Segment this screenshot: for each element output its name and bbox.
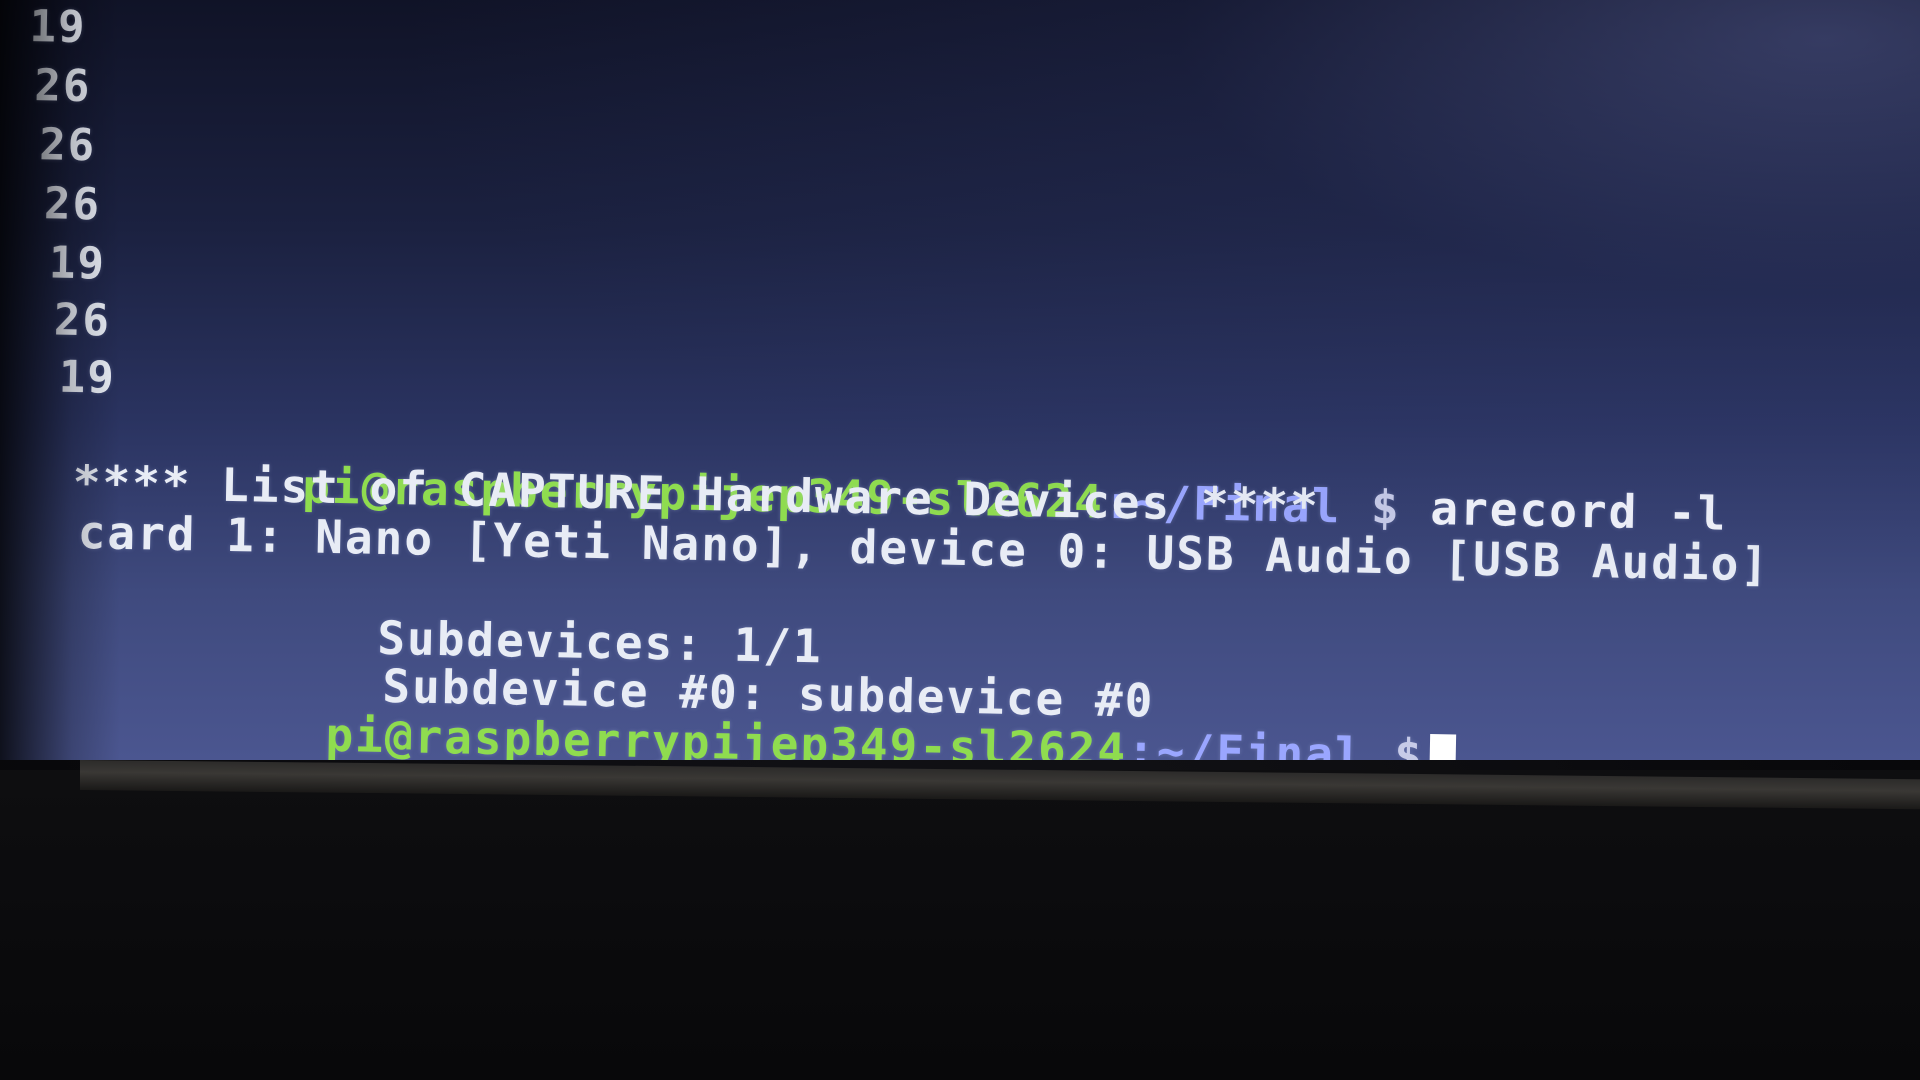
prompt-path: :~/Final [1126,723,1366,760]
output-number: 19 [29,0,87,54]
output-number: 26 [33,60,92,113]
output-number: 26 [38,119,97,172]
prompt-symbol: $ [1370,479,1402,535]
output-number: 26 [43,178,102,231]
output-number: 26 [53,294,112,347]
terminal-window[interactable]: 19 26 26 26 19 26 19 pi@raspberrypijep34… [15,0,1889,760]
output-number: 19 [58,351,117,404]
photo-of-monitor: 19 26 26 26 19 26 19 pi@raspberrypijep34… [0,0,1920,1080]
terminal-screen: 19 26 26 26 19 26 19 pi@raspberrypijep34… [0,0,1920,760]
prompt-line[interactable]: pi@raspberrypijep349-sl2624:~/Final $ [87,655,1458,760]
prompt-user-host: pi@raspberrypijep349-sl2624 [324,707,1128,760]
monitor-bezel [0,770,1920,1080]
output-number: 19 [48,237,107,290]
text-cursor[interactable] [1429,734,1457,760]
prompt-symbol: $ [1393,728,1425,760]
